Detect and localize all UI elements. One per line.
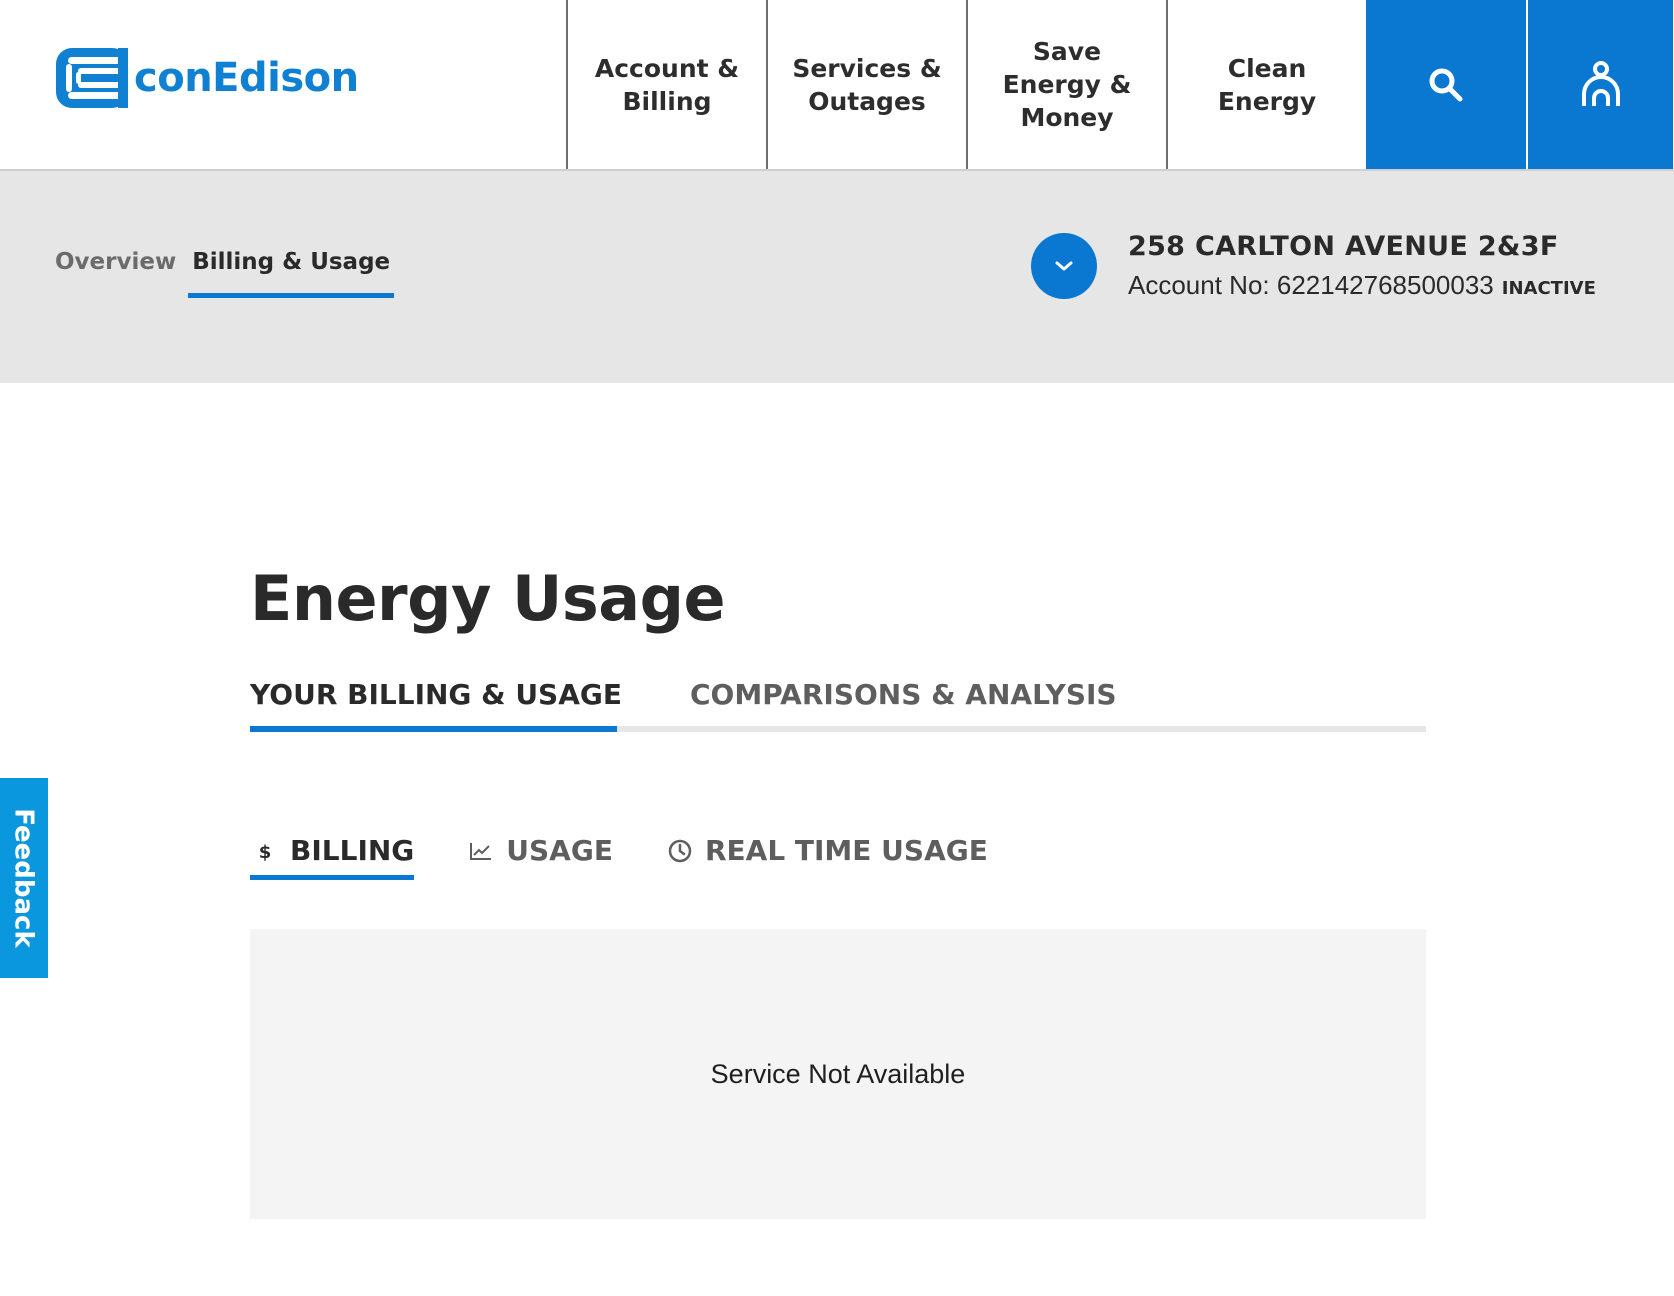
subtab-usage[interactable]: USAGE	[466, 834, 613, 880]
user-icon	[1581, 60, 1620, 106]
search-button[interactable]	[1366, 0, 1526, 169]
account-address: 258 CARLTON AVENUE 2&3F	[1128, 231, 1559, 262]
nav-clean-energy[interactable]: Clean Energy	[1166, 0, 1366, 169]
tab-overview[interactable]: Overview	[55, 249, 176, 298]
dollar-icon: $	[250, 839, 280, 863]
svg-text:$: $	[259, 842, 272, 863]
search-icon	[1429, 68, 1463, 101]
account-menu-button[interactable]	[1526, 0, 1673, 169]
billing-panel: Service Not Available	[250, 929, 1426, 1219]
account-subheader: Overview Billing & Usage 258 CARLTON AVE…	[0, 171, 1674, 383]
trend-chart-icon	[466, 841, 496, 861]
nav-services-outages[interactable]: Services & Outages	[766, 0, 966, 169]
subtab-label: REAL TIME USAGE	[704, 834, 988, 867]
conedison-logo[interactable]: conEdison	[56, 48, 359, 108]
account-info: 258 CARLTON AVENUE 2&3F Account No: 6221…	[1128, 231, 1596, 301]
page-title: Energy Usage	[250, 562, 726, 635]
conedison-logo-icon	[56, 48, 128, 108]
chevron-down-icon	[1055, 261, 1073, 271]
clock-icon	[665, 838, 695, 864]
subtab-label: BILLING	[290, 834, 415, 867]
subtab-real-time-usage[interactable]: REAL TIME USAGE	[665, 834, 988, 880]
feedback-tab[interactable]: Feedback	[0, 778, 48, 978]
tab-billing-usage[interactable]: Billing & Usage	[188, 249, 395, 298]
account-selector-button[interactable]	[1031, 233, 1097, 299]
account-number-line: Account No: 622142768500033 INACTIVE	[1128, 270, 1596, 301]
subtab-label: USAGE	[506, 834, 613, 867]
service-message: Service Not Available	[710, 1058, 966, 1089]
account-status-badge: INACTIVE	[1501, 278, 1596, 299]
nav-item-label: Account & Billing	[594, 53, 740, 116]
nav-item-label: Save Energy & Money	[1002, 37, 1132, 132]
nav-item-label: Services & Outages	[792, 53, 942, 116]
subheader-tabs: Overview Billing & Usage	[55, 249, 406, 298]
main-nav: Account & Billing Services & Outages Sav…	[566, 0, 1673, 169]
feedback-label: Feedback	[9, 808, 40, 948]
account-number: Account No: 622142768500033	[1128, 270, 1494, 300]
nav-item-label: Clean Energy	[1217, 53, 1317, 116]
nav-save-energy-money[interactable]: Save Energy & Money	[966, 0, 1166, 169]
nav-account-billing[interactable]: Account & Billing	[566, 0, 766, 169]
subtab-billing[interactable]: $ BILLING	[250, 834, 415, 880]
usage-subtabs: $ BILLING USAGE REAL TIME USAGE	[250, 834, 1040, 880]
logo-wordmark: conEdison	[134, 55, 359, 101]
tab-your-billing-usage[interactable]: YOUR BILLING & USAGE	[250, 678, 622, 732]
site-header: conEdison Account & Billing Services & O…	[0, 0, 1674, 171]
main-tabs: YOUR BILLING & USAGE COMPARISONS & ANALY…	[250, 678, 1426, 732]
tab-comparisons-analysis[interactable]: COMPARISONS & ANALYSIS	[690, 678, 1117, 732]
